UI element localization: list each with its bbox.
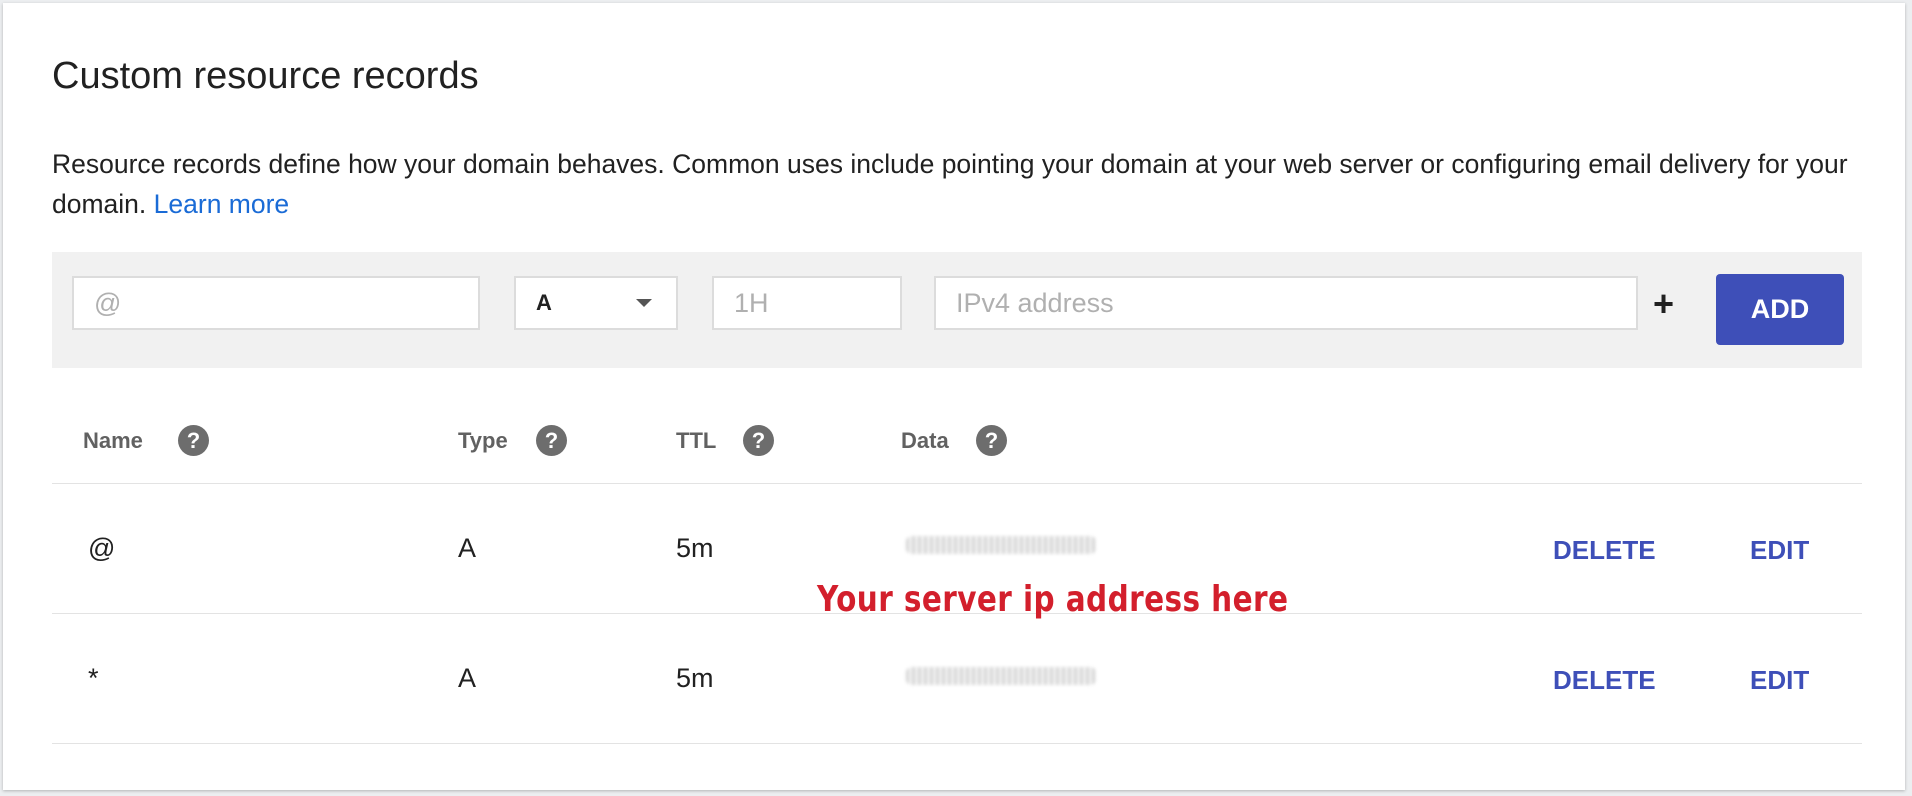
server-ip-annotation: Your server ip address here: [817, 579, 1289, 620]
column-header-ttl: TTL: [676, 428, 717, 453]
record-ttl: 5m: [676, 663, 714, 693]
ttl-input[interactable]: 1H: [712, 276, 902, 330]
record-name: *: [88, 663, 99, 693]
record-type: A: [458, 663, 477, 693]
record-ttl: 5m: [676, 533, 714, 563]
delete-button[interactable]: DELETE: [1553, 665, 1656, 696]
add-record-bar: @ A 1H IPv4 address + ADD: [52, 252, 1862, 368]
description-text: Resource records define how your domain …: [52, 149, 1848, 219]
type-select[interactable]: A: [514, 276, 678, 330]
ttl-help-icon[interactable]: ?: [743, 425, 774, 456]
name-input[interactable]: @: [72, 276, 480, 330]
edit-button[interactable]: EDIT: [1750, 535, 1809, 566]
record-data-blurred: [906, 536, 1096, 554]
delete-button[interactable]: DELETE: [1553, 535, 1656, 566]
record-name: @: [88, 533, 116, 563]
edit-button[interactable]: EDIT: [1750, 665, 1809, 696]
name-help-icon[interactable]: ?: [178, 425, 209, 456]
record-type: A: [458, 533, 477, 563]
column-header-data: Data: [901, 428, 949, 453]
column-header-type: Type: [458, 428, 508, 453]
add-button[interactable]: ADD: [1716, 274, 1844, 345]
learn-more-link[interactable]: Learn more: [154, 189, 290, 219]
record-data-blurred: [906, 667, 1096, 685]
dropdown-caret-icon: [636, 299, 652, 307]
add-data-plus-button[interactable]: +: [1653, 283, 1674, 325]
data-input[interactable]: IPv4 address: [934, 276, 1638, 330]
resource-records-card: Custom resource records Resource records…: [3, 3, 1905, 790]
type-help-icon[interactable]: ?: [536, 425, 567, 456]
row-divider: [52, 743, 1862, 744]
type-select-value: A: [536, 290, 552, 315]
header-divider: [52, 483, 1862, 484]
section-title: Custom resource records: [52, 55, 479, 97]
data-help-icon[interactable]: ?: [976, 425, 1007, 456]
section-description: Resource records define how your domain …: [52, 144, 1852, 224]
column-header-name: Name: [83, 428, 143, 453]
